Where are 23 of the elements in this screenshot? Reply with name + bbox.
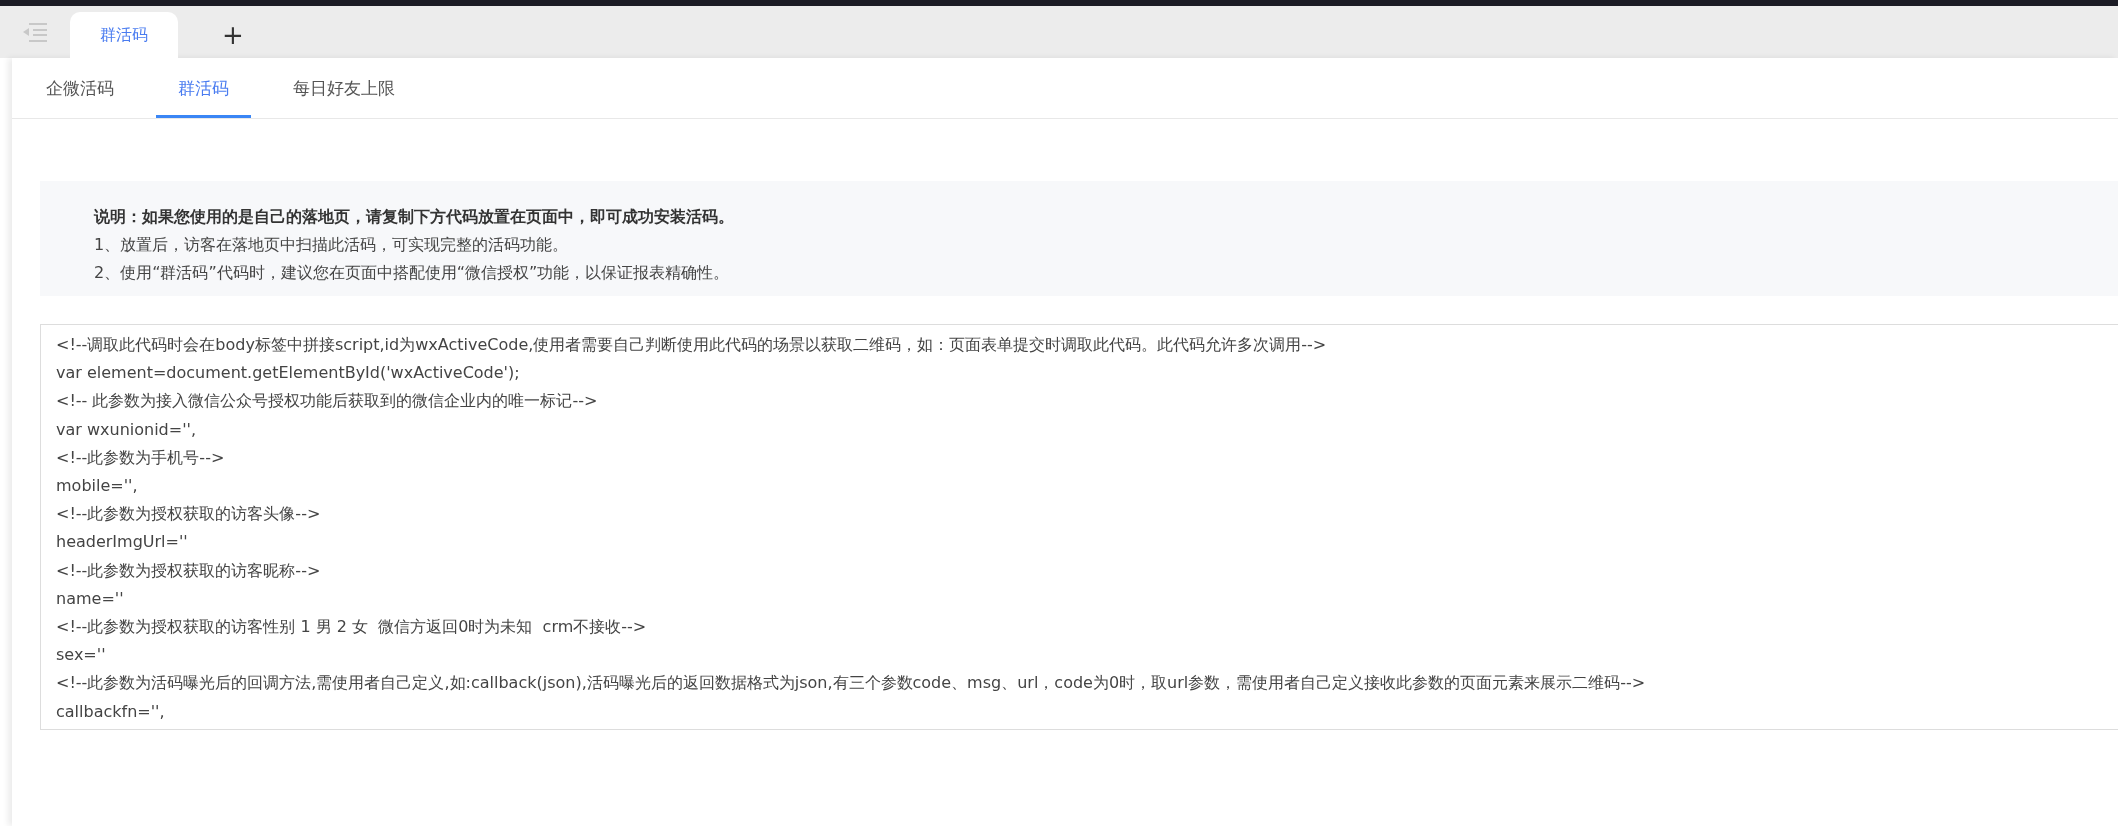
- sub-tab[interactable]: 企微活码: [24, 58, 136, 118]
- code-line: <!--此参数为授权获取的访客昵称-->: [56, 559, 322, 582]
- code-line: var element=document.getElementById('wxActiveCode');: [56, 362, 521, 385]
- code-line: var wxunionid='',: [56, 418, 198, 441]
- page-tab[interactable]: 群活码: [70, 12, 178, 58]
- notice-line: 1、放置后，访客在落地页中扫描此活码，可实现完整的活码功能。: [94, 234, 570, 256]
- code-line: mobile='',: [56, 475, 139, 497]
- code-line: <!--调取此代码时会在body标签中拼接script,id为wxActiveCode,使用者需要自己判断使用此代码的场景以获取二维码，如：页面表单提交时调取此代码。此代码允许多次调用-->: [56, 334, 1328, 356]
- code-line: headerImgUrl='': [56, 531, 189, 554]
- notice-title: 说明：如果您使用的是自己的落地页，请复制下方代码放置在页面中，即可成功安装活码。: [94, 206, 735, 228]
- code-line: name='': [56, 587, 125, 610]
- sub-tab[interactable]: 每日好友上限: [271, 58, 417, 118]
- code-line: <!-- 此参数为接入微信公众号授权功能后获取到的微信企业内的唯一标记-->: [56, 390, 599, 413]
- notice-line: 2、使用“群活码”代码时，建议您在页面中搭配使用“微信授权”功能，以保证报表精确性。: [94, 262, 731, 284]
- sub-tab[interactable]: 群活码: [156, 58, 251, 118]
- code-line: <!--此参数为活码曝光后的回调方法,需使用者自己定义,如:callback(json),活码曝光后的返回数据格式为json,有三个参数code、msg、url，code为0时，取url参数，需使用者自己定义接收此参数的页面元素来展示二维码-->: [56, 672, 1647, 695]
- code-line: callbackfn='',: [56, 700, 166, 723]
- code-line: <!--此参数为授权获取的访客头像-->: [56, 503, 322, 526]
- code-line: <!--此参数为手机号-->: [56, 446, 226, 469]
- add-tab-button[interactable]: +: [178, 12, 288, 58]
- code-line: <!--此参数为授权获取的访客性别 1 男 2 女 微信方返回0时为未知 crm不接收-->: [56, 616, 648, 639]
- code-line: sex='': [56, 644, 107, 667]
- code-field[interactable]: [40, 324, 2118, 730]
